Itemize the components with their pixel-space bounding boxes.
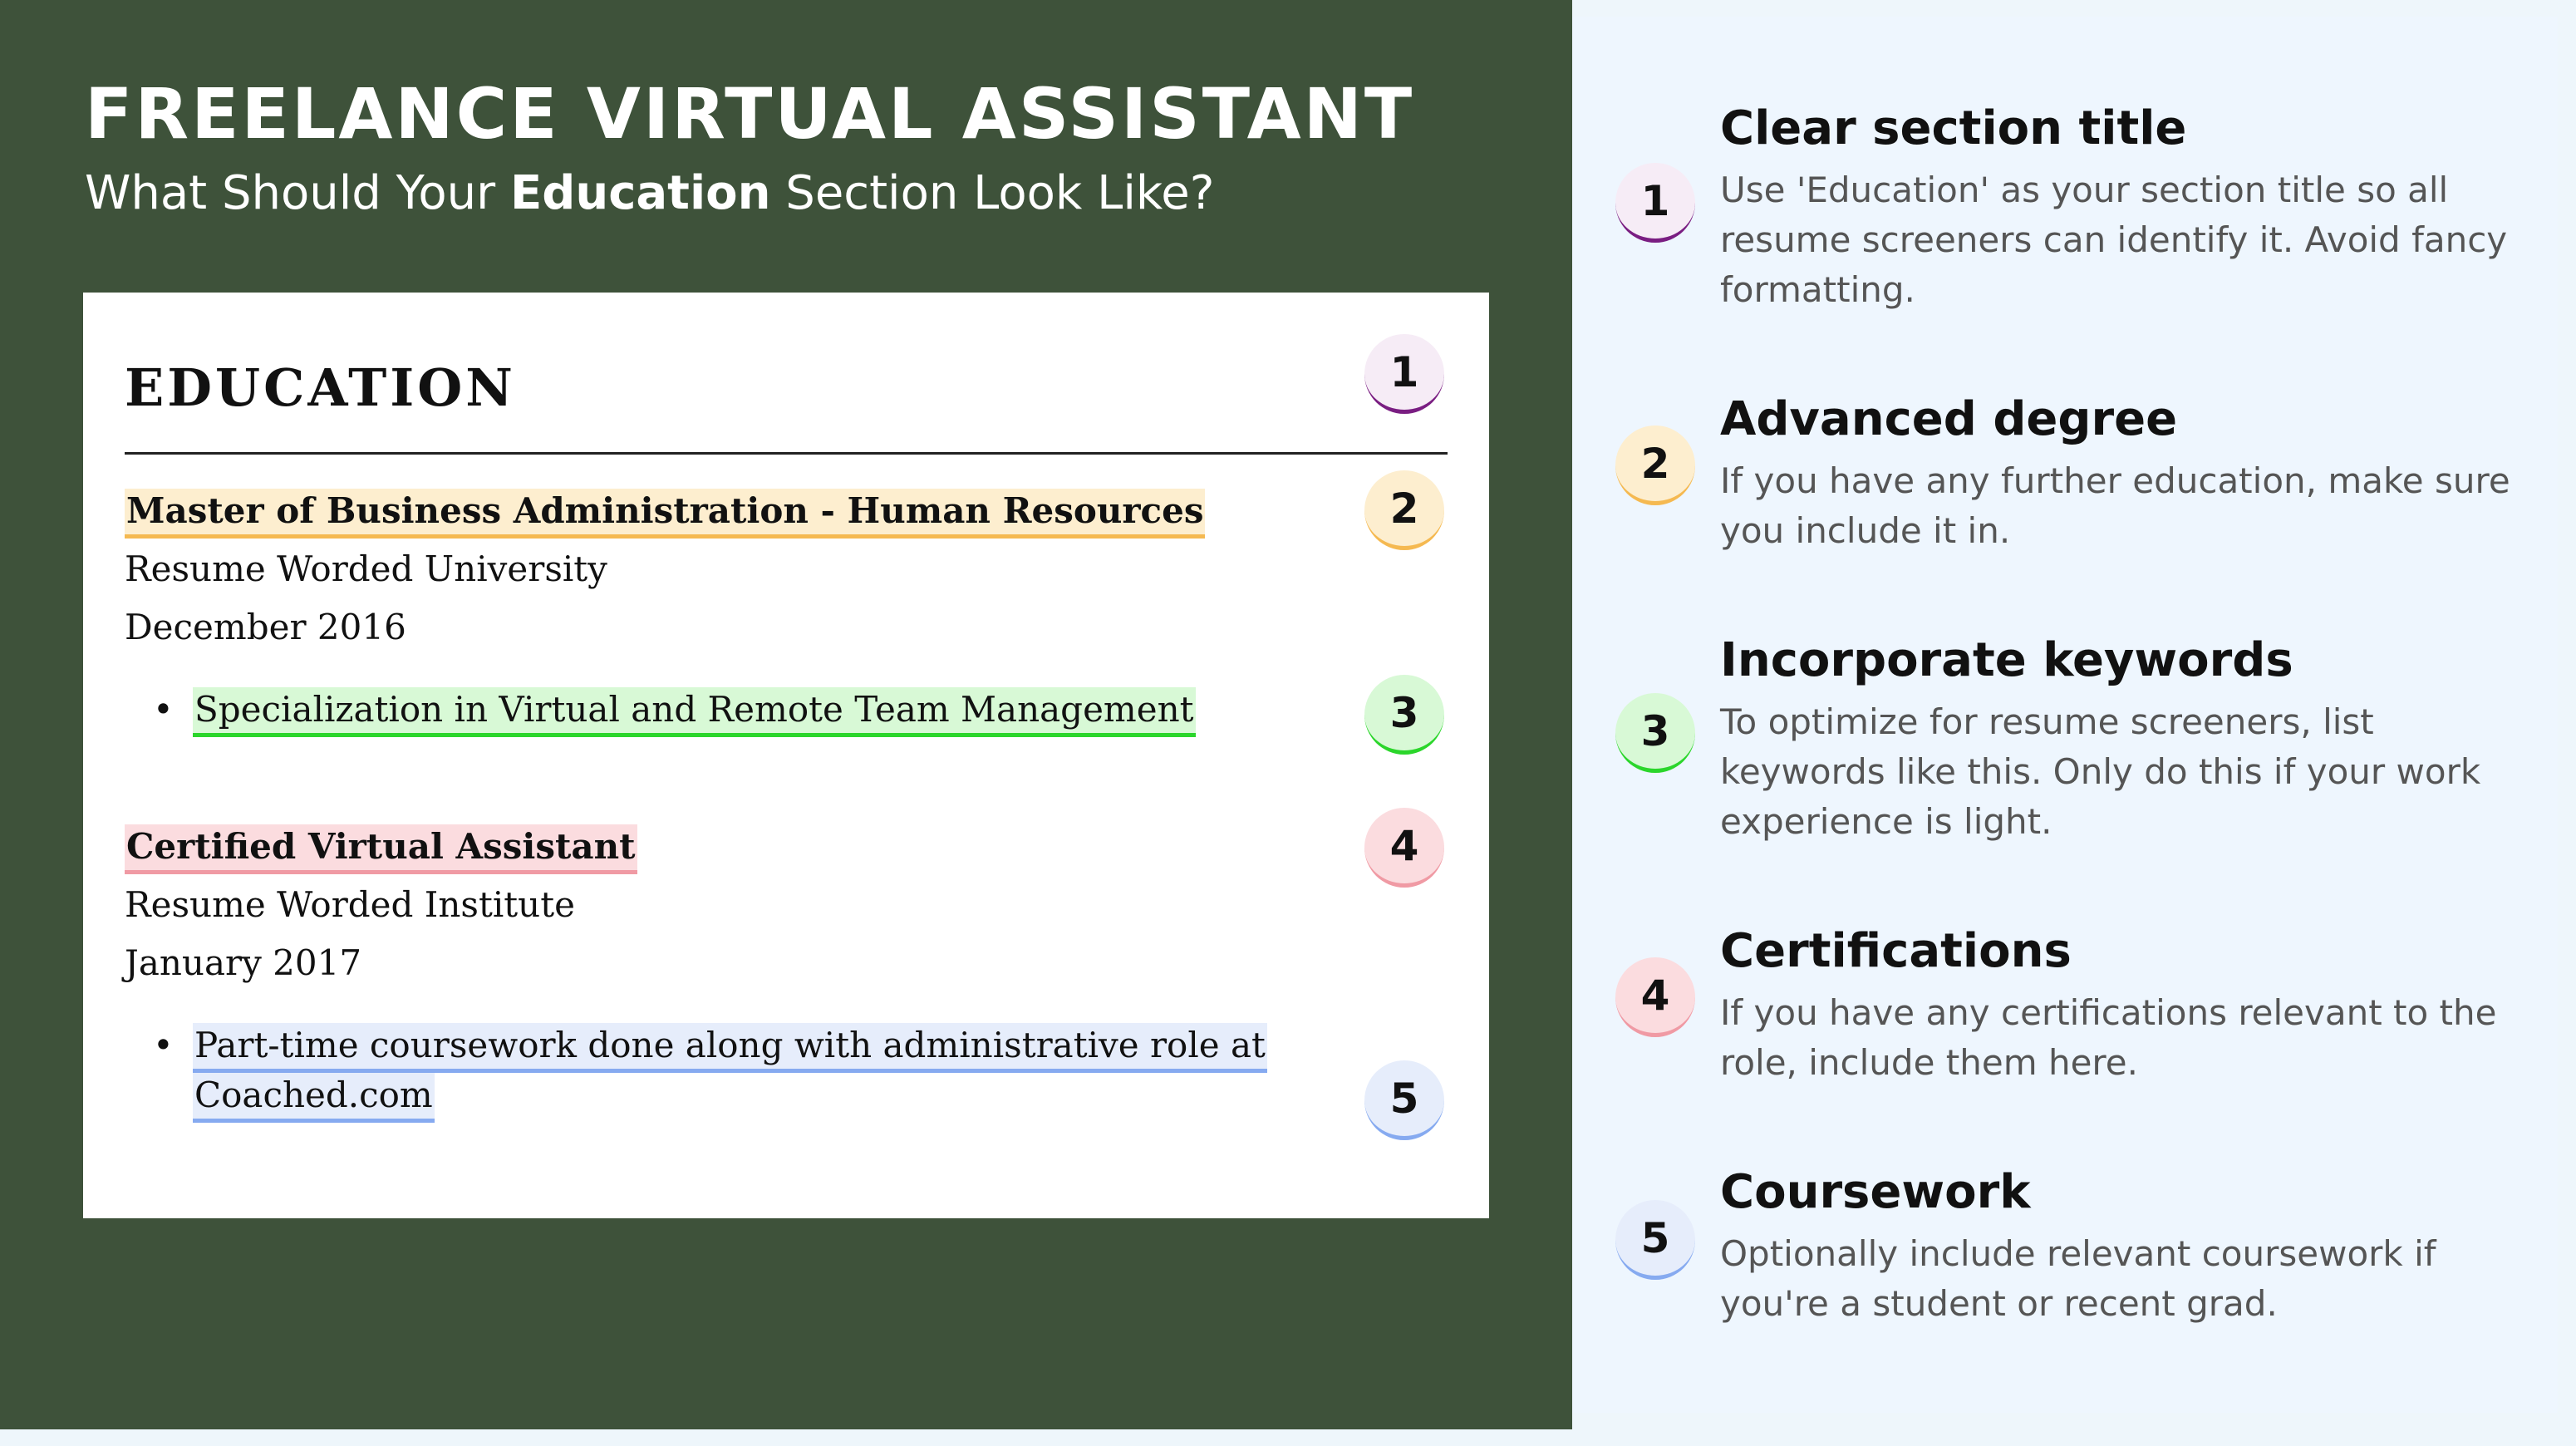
tip-body: Optionally include relevant coursework i… [1720, 1229, 2534, 1329]
tip-badge-2: 2 [1615, 425, 1695, 505]
marker-badge-2: 2 [1364, 470, 1444, 550]
tip-badge-1: 1 [1615, 163, 1695, 243]
tip-badge-3: 3 [1615, 693, 1695, 773]
specialization-bullet: Specialization in Virtual and Remote Tea… [193, 685, 1196, 737]
tip-title: Advanced degree [1720, 392, 2178, 446]
institute-name: Resume Worded Institute [125, 884, 575, 925]
tip-line: resume screeners can identify it. Avoid … [1720, 219, 2508, 260]
page-title: FREELANCE VIRTUAL ASSISTANT [85, 73, 1415, 155]
resume-education-card: EDUCATION Master of Business Administrat… [83, 293, 1489, 1218]
tip-badge-4: 4 [1615, 957, 1695, 1037]
degree-title: Master of Business Administration - Huma… [125, 489, 1206, 539]
subtitle-post: Section Look Like? [770, 166, 1215, 220]
tip-line: If you have any certifications relevant … [1720, 992, 2497, 1033]
tip-body: To optimize for resume screeners, list ke… [1720, 697, 2534, 847]
tip-line: If you have any further education, make … [1720, 460, 2510, 501]
tip-title: Certifications [1720, 924, 2072, 978]
tip-line: you include it in. [1720, 510, 2011, 551]
tip-badge-5: 5 [1615, 1200, 1695, 1280]
tip-incorporate-keywords: Incorporate keywords To optimize for res… [1720, 633, 2534, 847]
tip-body: If you have any certifications relevant … [1720, 988, 2534, 1088]
tip-title: Clear section title [1720, 101, 2187, 155]
certification-highlight: Certified Virtual Assistant [125, 824, 637, 874]
certification-title: Certified Virtual Assistant [125, 824, 637, 874]
tip-line: Optionally include relevant coursework i… [1720, 1233, 2436, 1274]
tip-coursework: Coursework Optionally include relevant c… [1720, 1165, 2534, 1329]
tip-line: role, include them here. [1720, 1042, 2138, 1083]
coursework-bullet-line1: Part-time coursework done along with adm… [193, 1021, 1267, 1073]
marker-badge-1: 1 [1364, 334, 1444, 414]
tip-line: To optimize for resume screeners, list [1720, 701, 2374, 742]
tip-certifications: Certifications If you have any certifica… [1720, 924, 2534, 1088]
tip-line: experience is light. [1720, 801, 2052, 842]
tip-advanced-degree: Advanced degree If you have any further … [1720, 392, 2534, 556]
tip-body: If you have any further education, make … [1720, 456, 2534, 556]
bullet-dot: • [153, 689, 174, 730]
coursework-highlight: Coached.com [193, 1073, 435, 1123]
keyword-highlight: Specialization in Virtual and Remote Tea… [193, 687, 1196, 737]
degree-highlight: Master of Business Administration - Huma… [125, 489, 1206, 539]
bullet-dot: • [153, 1025, 174, 1065]
tip-line: you're a student or recent grad. [1720, 1283, 2278, 1324]
tip-clear-section-title: Clear section title Use 'Education' as y… [1720, 101, 2534, 315]
education-heading: EDUCATION [125, 357, 516, 418]
coursework-highlight: Part-time coursework done along with adm… [193, 1023, 1267, 1073]
marker-badge-3: 3 [1364, 675, 1444, 755]
education-divider [125, 452, 1448, 455]
graduation-date: December 2016 [125, 607, 406, 647]
tip-title: Coursework [1720, 1165, 2031, 1219]
tip-body: Use 'Education' as your section title so… [1720, 165, 2534, 315]
page-subtitle: What Should Your Education Section Look … [85, 166, 1214, 220]
school-name: Resume Worded University [125, 548, 607, 589]
tip-line: Use 'Education' as your section title so… [1720, 170, 2449, 210]
marker-badge-4: 4 [1364, 808, 1444, 888]
tip-title: Incorporate keywords [1720, 633, 2293, 687]
marker-badge-5: 5 [1364, 1060, 1444, 1140]
tip-line: keywords like this. Only do this if your… [1720, 751, 2481, 792]
subtitle-pre: What Should Your [85, 166, 510, 220]
tip-line: formatting. [1720, 269, 1915, 310]
coursework-bullet-line2: Coached.com [193, 1070, 435, 1123]
subtitle-bold: Education [509, 166, 771, 220]
certification-date: January 2017 [125, 942, 362, 983]
